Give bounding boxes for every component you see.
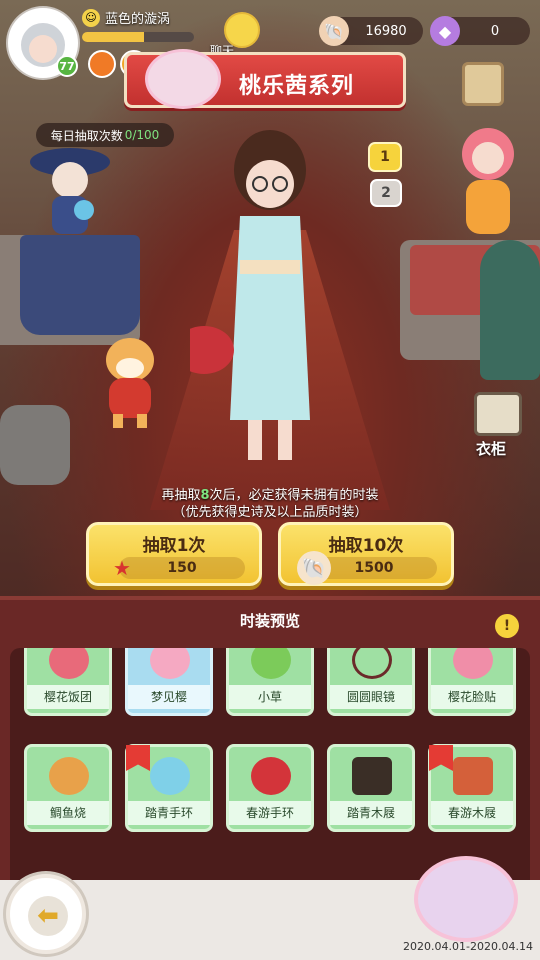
player-level-badge: 77 (56, 55, 78, 77)
costume-tag-icon (126, 745, 150, 771)
wardrobe-button[interactable]: 衣柜 (470, 392, 526, 464)
series-logo-icon (145, 49, 221, 109)
gem-amount: 0 (490, 23, 500, 39)
wardrobe-label: 衣柜 (476, 440, 507, 458)
costume-tag-icon (429, 745, 453, 771)
sakura-sticker-icon (453, 648, 493, 679)
emoji-face-icon: ☺ (82, 8, 100, 27)
costume-card[interactable]: 踏青木屐 (327, 744, 415, 832)
series-banner: 桃乐茜系列 (124, 49, 406, 109)
main-character-kimono (190, 130, 310, 460)
info-icon[interactable]: ! (495, 614, 519, 638)
shell-icon: 🐚 (297, 551, 331, 585)
daily-draw-label: 每日抽取次数 (50, 128, 123, 143)
chat-button[interactable]: 聊天 (210, 12, 260, 58)
costume-name: 春游手环 (229, 801, 311, 825)
geta-sandal-icon (352, 757, 392, 795)
rock-decoration (0, 405, 70, 485)
daily-draw-counter: 每日抽取次数 0/100 (36, 123, 174, 147)
round-glasses-icon (352, 648, 392, 679)
daily-draw-count: 0/100 (124, 128, 160, 142)
leaf-icon (251, 648, 291, 679)
rice-ball-icon (49, 648, 89, 679)
gem-icon: ◆ (430, 16, 460, 46)
shell-currency-display[interactable]: 🐚 16980 (319, 16, 423, 46)
costume-card[interactable]: 梦见樱 (125, 648, 213, 716)
experience-bar (82, 32, 194, 42)
costume-card[interactable]: 小草 (226, 648, 314, 716)
shell-icon: 🐚 (319, 16, 349, 46)
costume-card[interactable]: 踏青手环 (125, 744, 213, 832)
wardrobe-icon (474, 392, 522, 436)
taiyaki-icon (49, 757, 89, 795)
bracelet-icon (251, 757, 291, 795)
scroll-notice-icon[interactable] (462, 62, 504, 106)
left-table-cloth (20, 235, 140, 335)
event-logo-icon (414, 856, 518, 942)
costume-card[interactable]: 鲷鱼烧 (24, 744, 112, 832)
guarantee-hint-line2: （优先获得史诗及以上品质时装） (172, 505, 368, 520)
costume-name: 梦见樱 (128, 685, 210, 709)
achievement-badge-icon[interactable] (88, 50, 116, 78)
series-title: 桃乐茜系列 (239, 74, 355, 99)
mannequin (480, 240, 540, 380)
player-name: 蓝色的漩涡 (105, 12, 171, 27)
costume-name: 圆圆眼镜 (330, 685, 412, 709)
event-date-range: 2020.04.01-2020.04.14 (403, 940, 533, 953)
player-name-row: ☺ 蓝色的漩涡 (82, 8, 170, 27)
witch-npc-character (30, 148, 110, 234)
sakura-flower-icon (150, 648, 190, 679)
costume-card[interactable]: 樱花饭团 (24, 648, 112, 716)
costume-name: 春游木屐 (431, 801, 513, 825)
draw-ten-button[interactable]: 抽取10次 1500 🐚 (278, 522, 454, 586)
costume-card[interactable]: 樱花脸贴 (428, 648, 516, 716)
costume-name: 樱花脸贴 (431, 685, 513, 709)
gem-currency-display[interactable]: ◆ 0 (430, 16, 530, 46)
costume-card[interactable]: 圆圆眼镜 (327, 648, 415, 716)
costume-name: 鲷鱼烧 (27, 801, 109, 825)
costume-card[interactable]: 春游手环 (226, 744, 314, 832)
costume-name: 踏青木屐 (330, 801, 412, 825)
geta-sandal-icon (453, 757, 493, 795)
experience-bar-fill (82, 32, 144, 42)
pink-hair-npc-character (462, 128, 514, 234)
shell-amount: 16980 (365, 23, 407, 39)
bracelet-icon (150, 757, 190, 795)
draw-once-button[interactable]: 抽取1次 150 ★ (86, 522, 262, 586)
costume-name: 小草 (229, 685, 311, 709)
costume-name: 踏青手环 (128, 801, 210, 825)
costume-preview-panel: 时装预览 ! 樱花饭团 梦见樱 小草 圆圆眼镜 樱花脸贴 鲷鱼烧 踏青手环 春游… (0, 596, 540, 898)
preview-title: 时装预览 (239, 612, 300, 630)
shiba-dog-character (106, 338, 154, 428)
costume-card[interactable]: 春游木屐 (428, 744, 516, 832)
back-arrow-icon: ⬅ (28, 896, 68, 936)
back-button[interactable]: ⬅ (6, 874, 86, 954)
starfish-icon: ★ (113, 556, 131, 580)
page-tab-2[interactable]: 2 (370, 179, 402, 207)
costume-name: 樱花饭团 (27, 685, 109, 709)
page-tab-1[interactable]: 1 (368, 142, 402, 172)
